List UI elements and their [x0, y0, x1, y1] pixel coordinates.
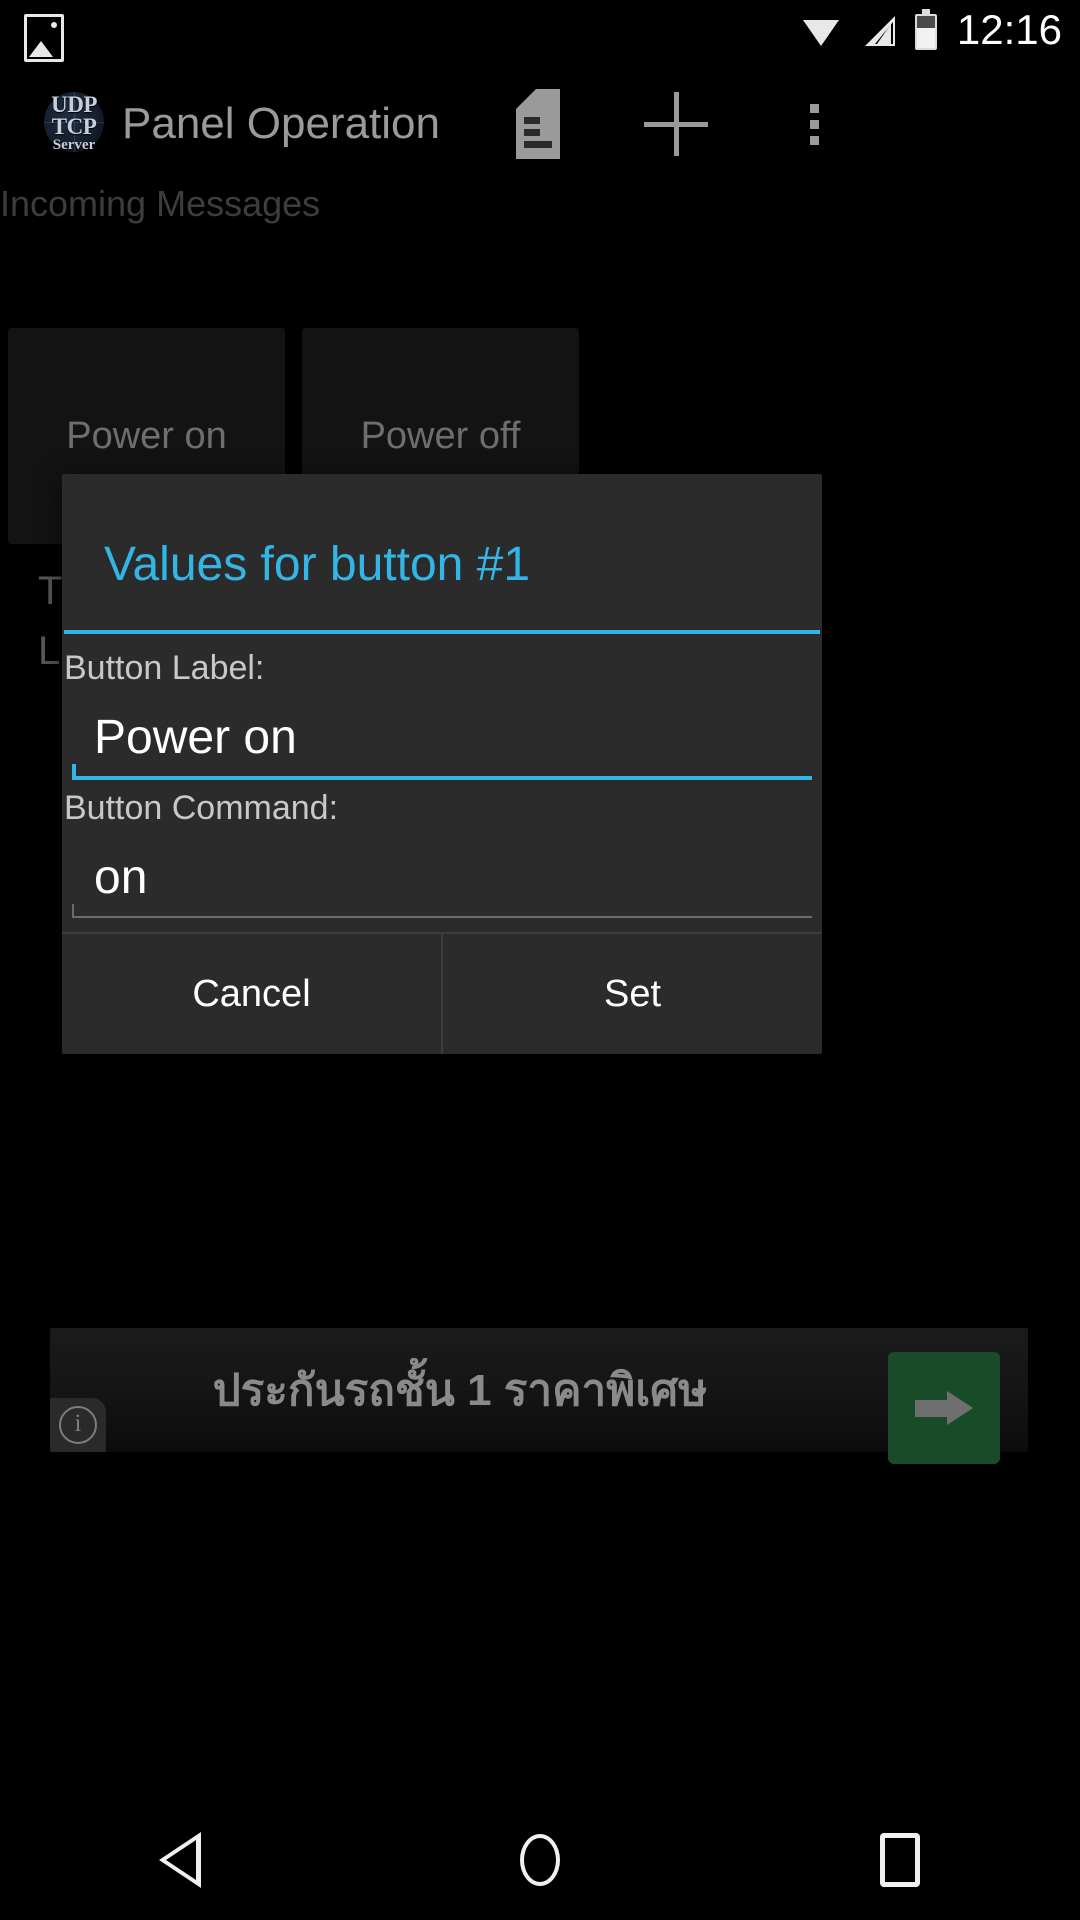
- cancel-button[interactable]: Cancel: [62, 934, 441, 1054]
- button-label-field-wrap: [72, 690, 812, 780]
- button-label-field-label: Button Label:: [64, 649, 265, 687]
- set-button[interactable]: Set: [443, 934, 822, 1054]
- button-command-field-wrap: [72, 830, 812, 918]
- dialog-body: Button Label: Button Command: Cancel Set: [62, 634, 822, 1054]
- nav-home-icon: [520, 1834, 560, 1886]
- button-command-underline: [72, 904, 812, 918]
- button-label-input[interactable]: [72, 690, 812, 776]
- button-label-underline: [72, 764, 812, 780]
- arrow-right-icon: [915, 1391, 973, 1425]
- button-command-field-label: Button Command:: [64, 789, 339, 827]
- ad-info-icon[interactable]: i: [50, 1398, 106, 1452]
- dialog-title: Values for button #1: [104, 538, 531, 591]
- nav-recents-button[interactable]: [720, 1800, 1080, 1920]
- ad-info-glyph: i: [59, 1406, 97, 1444]
- android-navigation-bar: [0, 1800, 1080, 1920]
- button-command-input[interactable]: [72, 830, 812, 916]
- ad-banner[interactable]: ประกันรถชั้น 1 ราคาพิเศษ i: [50, 1328, 1028, 1464]
- nav-back-icon: [159, 1832, 201, 1888]
- ad-cta-button[interactable]: [888, 1352, 1000, 1464]
- ad-banner-text: ประกันรถชั้น 1 ราคาพิเศษ: [212, 1366, 708, 1415]
- nav-home-button[interactable]: [360, 1800, 720, 1920]
- dialog-button-row: Cancel Set: [62, 934, 822, 1054]
- nav-back-button[interactable]: [0, 1800, 360, 1920]
- nav-recents-icon: [880, 1833, 920, 1887]
- values-for-button-dialog: Values for button #1 Button Label: Butto…: [62, 474, 822, 1054]
